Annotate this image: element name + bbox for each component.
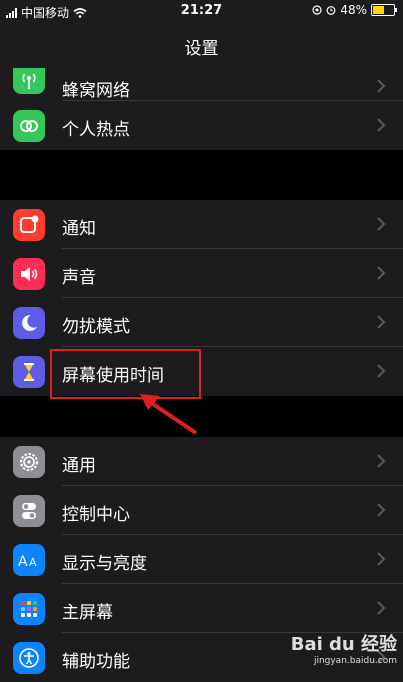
annotation-arrow-icon (140, 394, 198, 435)
chevron-right-icon (377, 118, 386, 132)
accessibility-icon (13, 642, 45, 674)
watermark-text: Bai du 经验 (290, 634, 397, 655)
hourglass-icon (13, 356, 45, 388)
watermark: Bai du 经验 jingyan.baidu.com (291, 630, 397, 666)
alarm-icon (326, 6, 336, 15)
gear-icon (13, 446, 45, 478)
chevron-right-icon (377, 79, 386, 93)
watermark-url: jingyan.baidu.com (313, 656, 397, 666)
hotspot-icon (13, 110, 45, 142)
settings-row-sounds[interactable]: 声音 (0, 249, 403, 298)
chevron-right-icon (377, 217, 386, 231)
settings-row-label: 声音 (62, 268, 96, 288)
antenna-icon (13, 68, 45, 94)
settings-row-label: 勿扰模式 (62, 317, 130, 337)
settings-group-network: 蜂窝网络 个人热点 (0, 68, 403, 150)
settings-row-control-center[interactable]: 控制中心 (0, 486, 403, 535)
text-size-icon: A A (13, 544, 45, 576)
settings-row-label: 控制中心 (62, 505, 130, 525)
battery-icon (371, 4, 397, 16)
nav-bar: 设置 (0, 22, 403, 68)
settings-row-notifications[interactable]: 通知 (0, 200, 403, 249)
notification-icon (13, 209, 45, 241)
moon-icon (13, 307, 45, 339)
settings-row-hotspot[interactable]: 个人热点 (0, 101, 403, 150)
speaker-icon (13, 258, 45, 290)
settings-row-display-brightness[interactable]: A A 显示与亮度 (0, 535, 403, 584)
app-grid-icon (13, 593, 45, 625)
battery-percent: 48% (340, 3, 367, 17)
chevron-right-icon (377, 364, 386, 378)
settings-row-label: 主屏幕 (62, 603, 113, 623)
settings-row-label: 通知 (62, 219, 96, 239)
switches-icon (13, 495, 45, 527)
chevron-right-icon (377, 454, 386, 468)
chevron-right-icon (377, 601, 386, 615)
settings-row-label: 辅助功能 (62, 652, 130, 672)
page-title: 设置 (184, 39, 219, 59)
location-icon (312, 5, 322, 15)
settings-row-cellular[interactable]: 蜂窝网络 (0, 68, 403, 101)
settings-row-label: 通用 (62, 456, 96, 476)
chevron-right-icon (377, 503, 386, 517)
status-bar: 中国移动 21:27 48% (0, 0, 403, 22)
settings-row-label: 显示与亮度 (62, 554, 147, 574)
settings-row-label: 个人热点 (62, 120, 130, 140)
chevron-right-icon (377, 266, 386, 280)
svg-text:A: A (29, 556, 37, 568)
svg-text:A: A (18, 554, 28, 568)
settings-row-do-not-disturb[interactable]: 勿扰模式 (0, 298, 403, 347)
chevron-right-icon (377, 552, 386, 566)
settings-row-home-screen[interactable]: 主屏幕 (0, 584, 403, 633)
chevron-right-icon (377, 315, 386, 329)
settings-row-general[interactable]: 通用 (0, 437, 403, 486)
settings-row-label: 蜂窝网络 (62, 81, 130, 101)
